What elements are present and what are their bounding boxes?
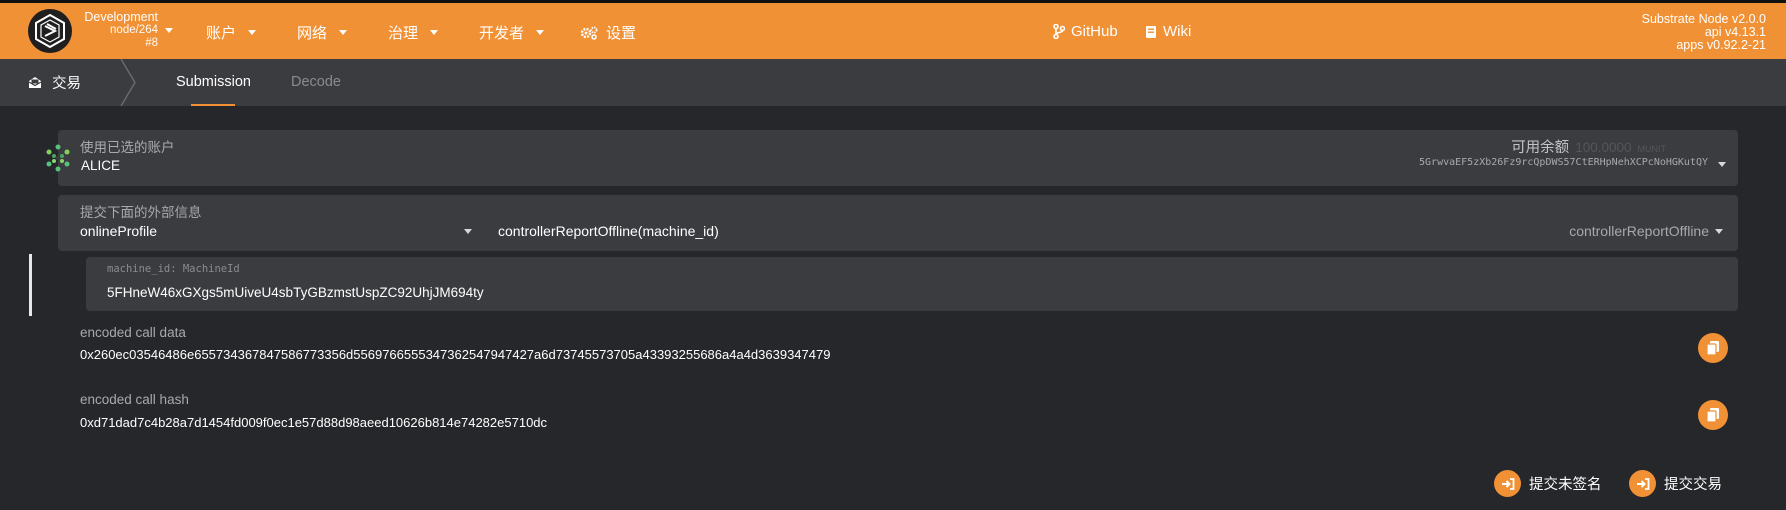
chevron-down-icon — [1715, 229, 1723, 234]
menu-accounts-label: 账户 — [206, 25, 237, 42]
menu-developer-label: 开发者 — [479, 25, 525, 42]
chevron-down-icon — [430, 30, 439, 35]
available-balance: 可用余额 100.0000 MUNIT — [1511, 136, 1666, 157]
copy-icon — [1706, 341, 1719, 356]
menu-settings-label: 设置 — [606, 25, 637, 42]
account-identicon — [44, 144, 72, 172]
breadcrumb-divider — [120, 59, 136, 106]
page-title-text: 交易 — [52, 76, 81, 92]
method-dropdown[interactable]: controllerReportOffline(machine_id) cont… — [498, 223, 1723, 243]
machine-id-value: 5FHneW46xGXgs5mUiveU4sbTyGBzmstUspZC92Uh… — [107, 285, 484, 300]
machine-id-input[interactable]: machine_id: MachineId 5FHneW46xGXgs5mUiv… — [86, 257, 1738, 311]
balance-unit: MUNIT — [1637, 144, 1667, 154]
params-indent-bar — [29, 254, 32, 316]
submit-transaction-button[interactable]: 提交交易 — [1629, 470, 1722, 497]
menu-accounts[interactable]: 账户 — [206, 22, 257, 43]
block-number: #8 — [145, 37, 158, 49]
balance-value: 100.0000 — [1575, 140, 1632, 155]
wiki-label: Wiki — [1163, 23, 1192, 40]
tab-decode[interactable]: Decode — [291, 74, 341, 90]
chevron-down-icon — [464, 229, 472, 234]
account-label: 使用已选的账户 — [80, 140, 175, 155]
version-info: Substrate Node v2.0.0 api v4.13.1 apps v… — [1642, 13, 1766, 52]
node-version: node/264 — [110, 24, 158, 36]
encoded-hash-value: 0xd71dad7c4b28a7d1454fd009f0ec1e57d88d98… — [80, 415, 548, 430]
copy-call-hash-button[interactable] — [1698, 400, 1728, 430]
envelope-open-icon — [28, 77, 42, 88]
method-signature: controllerReportOffline(machine_id) — [498, 223, 719, 239]
account-selector[interactable]: 使用已选的账户 ALICE 可用余额 100.0000 MUNIT 5Grwva… — [58, 130, 1738, 186]
extrinsic-selector: 提交下面的外部信息 onlineProfile controllerReport… — [58, 195, 1738, 251]
copy-call-data-button[interactable] — [1698, 333, 1728, 363]
sub-navigation: 交易 Submission Decode — [0, 59, 1786, 106]
balance-label: 可用余额 — [1511, 140, 1570, 156]
book-icon — [1146, 25, 1156, 38]
menu-governance[interactable]: 治理 — [388, 22, 439, 43]
sign-in-icon — [1494, 470, 1521, 497]
chevron-down-icon — [339, 30, 348, 35]
menu-developer[interactable]: 开发者 — [479, 22, 545, 43]
sign-in-icon — [1629, 470, 1656, 497]
encoded-data-label: encoded call data — [80, 325, 186, 340]
code-branch-icon — [1053, 24, 1065, 39]
wiki-link[interactable]: Wiki — [1145, 23, 1191, 40]
submit-unsigned-button[interactable]: 提交未签名 — [1494, 470, 1602, 497]
account-address: 5GrwvaEF5zXb26Fz9rcQpDWS57CtERHpNehXCPcN… — [1419, 157, 1708, 168]
menu-governance-label: 治理 — [388, 25, 419, 42]
menu-settings[interactable]: 设置 — [580, 22, 636, 43]
github-link[interactable]: GitHub — [1053, 23, 1118, 40]
encoded-data-value: 0x260ec03546486e655734367847586773356d55… — [80, 347, 831, 362]
top-menu-bar: Development node/264 #8 账户 网络 治理 开发者 设置 … — [0, 0, 1786, 59]
extrinsic-label: 提交下面的外部信息 — [80, 205, 202, 220]
account-name: ALICE — [81, 158, 121, 173]
encoded-hash-label: encoded call hash — [80, 392, 189, 407]
chevron-down-icon — [248, 30, 257, 35]
submit-unsigned-label: 提交未签名 — [1529, 477, 1602, 493]
submit-transaction-label: 提交交易 — [1664, 477, 1722, 493]
gear-icon — [580, 26, 598, 40]
menu-network[interactable]: 网络 — [297, 22, 348, 43]
menu-network-label: 网络 — [297, 25, 328, 42]
page-title: 交易 — [28, 59, 81, 106]
module-value: onlineProfile — [80, 223, 158, 239]
github-label: GitHub — [1071, 23, 1118, 40]
chevron-down-icon[interactable] — [165, 28, 173, 33]
copy-icon — [1706, 408, 1719, 423]
chevron-down-icon[interactable] — [1718, 162, 1726, 167]
chain-selector[interactable]: Development node/264 #8 — [80, 11, 158, 50]
chain-logo-icon[interactable] — [28, 9, 72, 53]
tab-submission[interactable]: Submission — [176, 74, 251, 90]
chain-name: Development — [84, 10, 158, 24]
active-tab-indicator — [191, 104, 235, 106]
machine-id-label: machine_id: MachineId — [107, 263, 240, 275]
module-dropdown[interactable]: onlineProfile — [80, 223, 472, 243]
chevron-down-icon — [536, 30, 545, 35]
apps-version-text: apps v0.92.2-21 — [1676, 38, 1766, 52]
method-name: controllerReportOffline — [1569, 223, 1709, 239]
